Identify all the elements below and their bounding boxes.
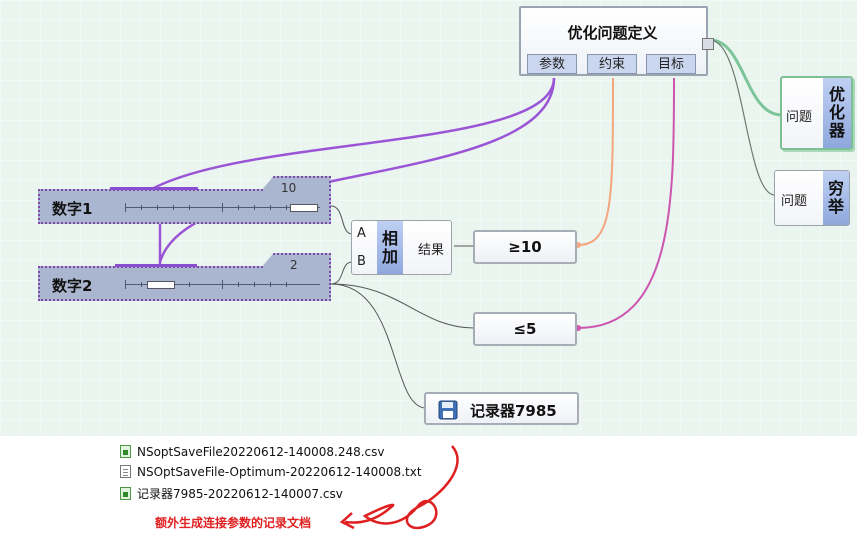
wire-objective	[577, 77, 675, 329]
wire-to-exhaustive	[709, 39, 776, 196]
exhaustive-node[interactable]: 问题 穷举	[774, 170, 850, 226]
slider-name: 数字2	[52, 277, 93, 295]
optimizer-label: 优化器	[823, 78, 851, 148]
number-slider-1[interactable]: 数字1 10	[38, 176, 331, 224]
input-a-label: A	[357, 226, 366, 241]
wire-constraint	[577, 77, 614, 246]
recorder-label: 记录器7985	[470, 402, 557, 420]
annotation-text: 额外生成连接参数的记录文档	[155, 516, 312, 530]
wire-highlight	[115, 264, 197, 267]
input-problem-label: 问题	[786, 110, 813, 125]
wire-to-optimizer	[709, 38, 783, 117]
exhaustive-label: 穷举	[823, 171, 849, 225]
addition-node[interactable]: A B 相加 结果	[351, 220, 452, 275]
port-constraints[interactable]: 约束	[587, 54, 637, 74]
annotation-arrow	[339, 445, 459, 530]
recorder-node[interactable]: 记录器7985	[424, 392, 579, 425]
slider-grip[interactable]	[290, 204, 318, 212]
output-result-label: 结果	[418, 243, 445, 258]
port-parameters[interactable]: 参数	[527, 54, 577, 74]
number-slider-2[interactable]: 数字2 2	[38, 253, 331, 301]
constraint-ge-node[interactable]: ≥10	[473, 230, 577, 264]
constraint-le-node[interactable]: ≤5	[473, 312, 577, 346]
wire-slider2-b	[330, 261, 353, 285]
optimization-problem-node[interactable]: 优化问题定义 参数 约束 目标	[519, 6, 714, 76]
grasshopper-canvas[interactable]: 优化问题定义 参数 约束 目标 问题 优化器 问题 穷举 数字1 10 数字2 …	[0, 0, 857, 436]
floppy-disk-icon	[438, 400, 458, 420]
wire-slider2-le	[330, 283, 475, 329]
output-port[interactable]	[702, 38, 714, 50]
input-problem-label: 问题	[781, 194, 808, 209]
slider-value: 2	[290, 258, 298, 272]
node-title: 优化问题定义	[567, 24, 658, 42]
input-b-label: B	[357, 254, 366, 269]
slider-grip[interactable]	[147, 281, 175, 289]
slider-name: 数字1	[52, 200, 93, 218]
addition-label: 相加	[377, 221, 403, 274]
wire-slider2-rec	[330, 283, 427, 409]
wire-highlight	[110, 187, 198, 190]
optimizer-node[interactable]: 问题 优化器	[780, 76, 853, 150]
wire-slider1-a	[330, 205, 353, 235]
wire-param-slider1	[149, 77, 556, 192]
port-objective[interactable]: 目标	[646, 54, 696, 74]
slider-value: 10	[281, 181, 297, 195]
